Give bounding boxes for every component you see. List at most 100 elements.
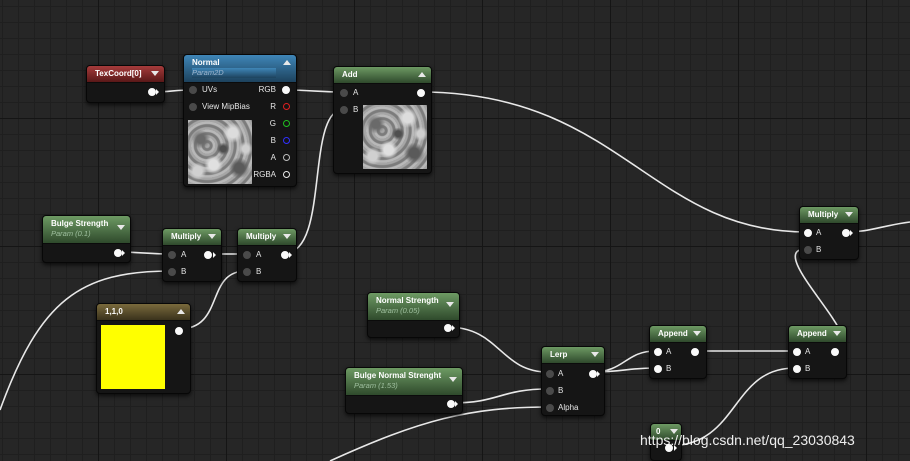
lerp-input-pin-a[interactable] (546, 370, 554, 378)
multiply-1-header[interactable]: Multiply (163, 229, 221, 246)
collapse-caret-icon[interactable] (693, 331, 701, 336)
normal-output-pin-a[interactable] (283, 154, 290, 161)
collapse-caret-icon[interactable] (208, 234, 216, 239)
append-1-input-label-a: A (666, 347, 672, 356)
constant3-output-pin[interactable] (175, 327, 183, 335)
append-2-input-pin-a[interactable] (793, 348, 801, 356)
collapse-caret-icon[interactable] (418, 72, 426, 77)
normal-output-pin-b[interactable] (283, 137, 290, 144)
normal-texture-node[interactable]: Normal Param2D UVs View MipBias RGB R G … (183, 54, 297, 187)
pin-arrow-icon (156, 89, 159, 95)
texcoord-output-pin[interactable] (148, 88, 156, 96)
lerp-header[interactable]: Lerp (542, 347, 604, 364)
multiply-3-header[interactable]: Multiply (800, 207, 858, 224)
normal-input-pin-uvs[interactable] (189, 86, 197, 94)
constant3-header[interactable]: 1,1,0 (97, 304, 190, 321)
bulge-normal-strength-param-node[interactable]: Bulge Normal Strenght Param (1.53) (345, 367, 463, 414)
multiply-2-header[interactable]: Multiply (238, 229, 296, 246)
lerp-input-label-a: A (558, 369, 564, 378)
collapse-caret-icon[interactable] (591, 352, 599, 357)
normal-output-label-rgba: RGBA (253, 170, 276, 179)
add-node-title: Add (342, 70, 358, 79)
normal-strength-header[interactable]: Normal Strength Param (0.05) (368, 293, 459, 321)
lerp-node[interactable]: Lerp A B Alpha (541, 346, 605, 416)
append-1-header[interactable]: Append (650, 326, 706, 343)
normal-strength-param-node[interactable]: Normal Strength Param (0.05) (367, 292, 460, 338)
normal-output-label-r: R (270, 102, 276, 111)
multiply-2-output-pin[interactable] (281, 251, 289, 259)
append-2-header[interactable]: Append (789, 326, 846, 343)
normal-output-label-b: B (270, 136, 276, 145)
normal-output-pin-g[interactable] (283, 120, 290, 127)
lerp-input-label-b: B (558, 386, 564, 395)
append-2-output-pin[interactable] (831, 348, 839, 356)
wire-offscreen-to-lerp-alpha (329, 406, 549, 461)
collapse-caret-icon[interactable] (283, 60, 291, 65)
multiply-2-input-pin-b[interactable] (243, 268, 251, 276)
collapse-caret-icon[interactable] (177, 309, 185, 314)
lerp-output-pin[interactable] (589, 370, 597, 378)
bulge-strength-output-pin[interactable] (114, 249, 122, 257)
append-2-input-pin-b[interactable] (793, 365, 801, 373)
multiply-1-input-pin-b[interactable] (168, 268, 176, 276)
append-1-input-pin-a[interactable] (654, 348, 662, 356)
append-2-input-label-b: B (805, 364, 811, 373)
append-1-input-pin-b[interactable] (654, 365, 662, 373)
pin-arrow-icon (452, 325, 455, 331)
normal-input-pin-mipbias[interactable] (189, 103, 197, 111)
collapse-caret-icon[interactable] (117, 225, 125, 230)
multiply-3-title: Multiply (808, 210, 839, 219)
lerp-input-pin-alpha[interactable] (546, 404, 554, 412)
multiply-3-input-pin-a[interactable] (804, 229, 812, 237)
collapse-caret-icon[interactable] (446, 302, 454, 307)
collapse-caret-icon[interactable] (449, 377, 457, 382)
texcoord-node-title: TexCoord[0] (95, 69, 142, 78)
append-2-title: Append (797, 329, 827, 338)
multiply-node-3[interactable]: Multiply A B (799, 206, 859, 260)
multiply-1-input-pin-a[interactable] (168, 251, 176, 259)
collapse-caret-icon[interactable] (833, 331, 841, 336)
multiply-node-2[interactable]: Multiply A B (237, 228, 297, 282)
texcoord-node[interactable]: TexCoord[0] (86, 65, 165, 103)
collapse-caret-icon[interactable] (151, 71, 159, 76)
add-input-pin-b[interactable] (340, 106, 348, 114)
append-1-output-pin[interactable] (691, 348, 699, 356)
bulge-strength-param-node[interactable]: Bulge Strength Param (0.1) (42, 215, 131, 263)
lerp-input-label-alpha: Alpha (558, 403, 579, 412)
normal-strength-output-pin[interactable] (444, 324, 452, 332)
bulge-normal-header[interactable]: Bulge Normal Strenght Param (1.53) (346, 368, 462, 396)
bulge-strength-subtitle: Param (0.1) (51, 229, 91, 238)
add-node-header[interactable]: Add (334, 67, 431, 84)
pin-arrow-icon (455, 401, 458, 407)
add-output-pin[interactable] (417, 89, 425, 97)
texcoord-node-header[interactable]: TexCoord[0] (87, 66, 164, 83)
lerp-input-pin-b[interactable] (546, 387, 554, 395)
multiply-2-input-pin-a[interactable] (243, 251, 251, 259)
add-node[interactable]: Add A B (333, 66, 432, 174)
normal-strength-title: Normal Strength (376, 296, 439, 305)
pin-arrow-icon (289, 252, 292, 258)
constant3-title: 1,1,0 (105, 307, 123, 316)
multiply-node-1[interactable]: Multiply A B (162, 228, 222, 282)
normal-output-pin-rgb[interactable] (282, 86, 290, 94)
collapse-caret-icon[interactable] (283, 234, 291, 239)
normal-node-header[interactable]: Normal Param2D (184, 55, 296, 83)
append-node-2[interactable]: Append A B (788, 325, 847, 379)
add-texture-preview (363, 105, 427, 169)
bulge-strength-header[interactable]: Bulge Strength Param (0.1) (43, 216, 130, 244)
normal-output-pin-rgba[interactable] (283, 171, 290, 178)
multiply-2-input-label-b: B (256, 267, 262, 276)
add-input-pin-a[interactable] (340, 89, 348, 97)
append-node-1[interactable]: Append A B (649, 325, 707, 379)
bulge-normal-output-pin[interactable] (447, 400, 455, 408)
multiply-3-output-pin[interactable] (842, 229, 850, 237)
multiply-1-output-pin[interactable] (204, 251, 212, 259)
normal-output-pin-r[interactable] (283, 103, 290, 110)
constant3-node[interactable]: 1,1,0 (96, 303, 191, 394)
multiply-3-input-pin-b[interactable] (804, 246, 812, 254)
add-input-label-b: B (353, 105, 359, 114)
bulge-strength-title: Bulge Strength (51, 219, 109, 228)
constant3-color-preview (101, 325, 165, 389)
append-2-input-label-a: A (805, 347, 811, 356)
collapse-caret-icon[interactable] (845, 212, 853, 217)
